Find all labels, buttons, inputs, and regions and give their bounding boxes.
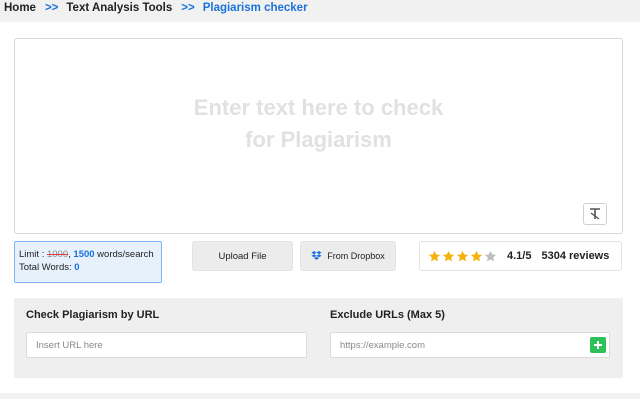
url-panel: Check Plagiarism by URL Insert URL here … bbox=[14, 298, 623, 378]
total-words-label: Total Words: bbox=[19, 262, 75, 273]
old-limit: 1000 bbox=[46, 249, 69, 260]
clear-format-button[interactable] bbox=[583, 203, 607, 225]
add-url-button[interactable] bbox=[590, 337, 606, 353]
limit-suffix: words/search bbox=[94, 249, 154, 260]
exclude-url-input[interactable]: https://example.com bbox=[330, 332, 610, 358]
breadcrumb-separator: >> bbox=[44, 2, 59, 14]
check-url-label: Check Plagiarism by URL bbox=[26, 309, 160, 321]
breadcrumb-plagiarism-checker: Plagiarism checker bbox=[202, 2, 308, 14]
clear-format-icon bbox=[590, 208, 600, 220]
text-input-placeholder: Enter text here to check for Plagiarism bbox=[15, 92, 622, 156]
total-words-count: 0 bbox=[74, 262, 80, 273]
breadcrumb-text-analysis-tools[interactable]: Text Analysis Tools bbox=[66, 2, 172, 14]
breadcrumb-home[interactable]: Home bbox=[4, 2, 36, 14]
dropbox-icon bbox=[311, 251, 322, 260]
main-card: Enter text here to check for Plagiarism … bbox=[0, 22, 640, 393]
text-input-area[interactable]: Enter text here to check for Plagiarism bbox=[14, 38, 623, 234]
limit-line: Limit : 1000, 1500 words/search bbox=[19, 249, 154, 260]
upload-file-button[interactable]: Upload File bbox=[192, 241, 293, 271]
total-words-line: Total Words: 0 bbox=[19, 261, 161, 274]
rating-score: 4.1/5 bbox=[507, 250, 532, 262]
plus-icon bbox=[594, 341, 602, 349]
limit-prefix: Limit : bbox=[19, 249, 47, 260]
breadcrumb: Home >> Text Analysis Tools >> Plagiaris… bbox=[4, 1, 308, 15]
breadcrumb-separator: >> bbox=[181, 2, 195, 14]
dropbox-label: From Dropbox bbox=[327, 251, 385, 261]
placeholder-line-2: for Plagiarism bbox=[245, 127, 392, 152]
exclude-urls-label: Exclude URLs (Max 5) bbox=[330, 309, 445, 321]
word-limit-info: Limit : 1000, 1500 words/search Total Wo… bbox=[14, 241, 162, 283]
star-filled-icon bbox=[470, 250, 483, 261]
review-count: 5304 reviews bbox=[541, 250, 610, 262]
exclude-url-placeholder: https://example.com bbox=[340, 339, 426, 351]
dropbox-button[interactable]: From Dropbox bbox=[300, 241, 396, 271]
rating-widget: 4.1/5 5304 reviews bbox=[419, 241, 622, 271]
star-filled-icon bbox=[428, 250, 441, 261]
check-url-input[interactable]: Insert URL here bbox=[26, 332, 307, 358]
new-limit: 1500 bbox=[73, 249, 95, 260]
star-filled-icon bbox=[456, 250, 469, 261]
star-empty-icon bbox=[484, 250, 497, 261]
star-filled-icon bbox=[442, 250, 455, 261]
placeholder-line-1: Enter text here to check bbox=[193, 95, 444, 120]
star-rating bbox=[428, 250, 497, 263]
